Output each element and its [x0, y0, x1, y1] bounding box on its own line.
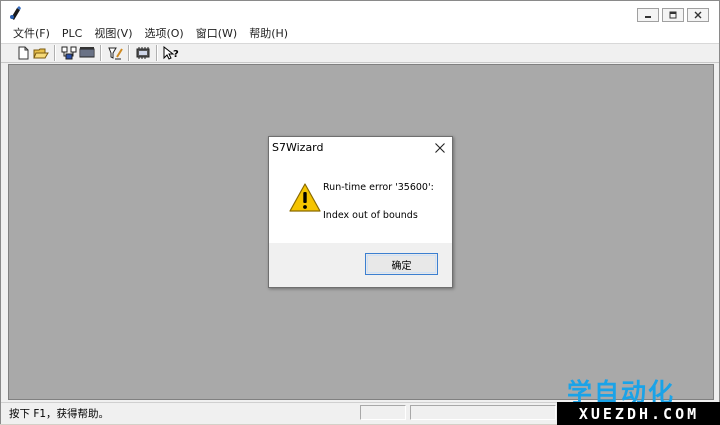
toolbar-separator [156, 45, 158, 61]
status-text: 按下 F1，获得帮助。 [9, 408, 110, 420]
close-icon[interactable] [434, 142, 446, 154]
tag-edit-button[interactable] [106, 44, 124, 62]
toolbar: ? [1, 43, 719, 63]
dialog-footer: 确定 [269, 243, 452, 287]
ok-button[interactable]: 确定 [365, 253, 438, 275]
dialog-title: S7Wizard [272, 141, 324, 154]
tag-pen-icon [108, 47, 123, 60]
status-pane [410, 405, 556, 420]
help-pointer-icon: ? [163, 46, 179, 60]
restore-icon [669, 11, 677, 19]
minimize-icon [645, 16, 651, 18]
toolbar-separator [54, 45, 56, 61]
toolbar-separator [100, 45, 102, 61]
menu-window[interactable]: 窗口(W) [190, 25, 243, 43]
memory-chip-icon [136, 47, 150, 59]
toolbar-separator [128, 45, 130, 61]
close-window-button[interactable] [687, 8, 709, 22]
menu-options[interactable]: 选项(O) [138, 25, 189, 43]
dialog-body: Run-time error '35600': Index out of bou… [269, 161, 452, 243]
s7wizard-app-icon[interactable] [8, 5, 24, 21]
menu-bar: 文件(F) PLC 视图(V) 选项(O) 窗口(W) 帮助(H) [1, 25, 719, 43]
menu-plc[interactable]: PLC [56, 25, 88, 43]
plc-module-icon [79, 47, 95, 58]
network-button[interactable] [60, 44, 78, 62]
watermark-english: XUEZDH.COM [557, 402, 720, 425]
open-folder-icon [33, 48, 49, 59]
menu-view[interactable]: 视图(V) [88, 25, 138, 43]
menu-file[interactable]: 文件(F) [1, 25, 56, 43]
restore-button[interactable] [662, 8, 684, 22]
svg-text:?: ? [173, 49, 179, 60]
memory-button[interactable] [134, 44, 152, 62]
title-bar[interactable] [1, 1, 719, 25]
error-dialog: S7Wizard Run-time error '35600': Index o… [268, 136, 453, 288]
menu-help[interactable]: 帮助(H) [243, 25, 294, 43]
plc-module-button[interactable] [78, 44, 96, 62]
new-file-icon [18, 46, 29, 60]
status-pane [360, 405, 406, 420]
close-icon [694, 11, 702, 19]
error-message-code: Run-time error '35600': [323, 182, 434, 193]
context-help-button[interactable]: ? [162, 44, 180, 62]
open-button[interactable] [32, 44, 50, 62]
window-controls [637, 8, 709, 22]
minimize-button[interactable] [637, 8, 659, 22]
network-icon [61, 46, 77, 60]
main-window: 文件(F) PLC 视图(V) 选项(O) 窗口(W) 帮助(H) ? S7Wi… [0, 0, 720, 425]
new-file-button[interactable] [14, 44, 32, 62]
error-message-text: Index out of bounds [323, 210, 418, 221]
warning-icon [289, 183, 321, 212]
